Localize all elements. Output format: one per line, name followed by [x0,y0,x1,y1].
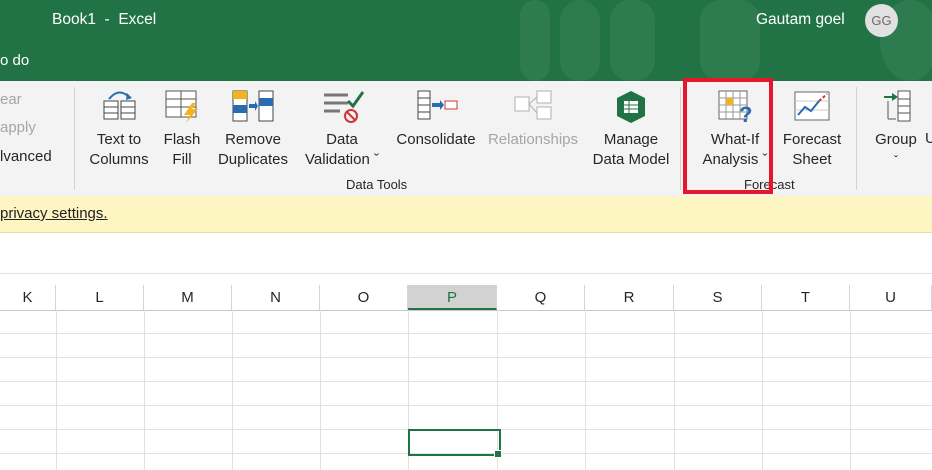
column-header-t[interactable]: T [762,285,850,310]
col-line [144,310,145,470]
separator [74,87,75,190]
ribbon-data-tab: ear apply lvanced Text to Columns Flash Fi… [0,81,932,197]
message-bar: privacy settings. [0,196,932,233]
flash-fill-button[interactable]: Flash Fill [156,81,208,181]
privacy-settings-link[interactable]: privacy settings. [0,205,108,222]
column-header-p[interactable]: P [408,285,497,310]
remove-duplicates-icon [232,90,274,122]
relationships-icon [514,90,552,120]
column-header-r[interactable]: R [585,285,674,310]
flash-fill-icon [165,90,198,123]
decor-stripe [610,0,655,81]
highlight-box [683,78,773,194]
forecast-sheet-icon [794,91,830,121]
window-title: Book1 - Excel [52,11,157,28]
manage-data-model-button[interactable]: Manage Data Model [584,81,678,181]
col-line [762,310,763,470]
separator [856,87,857,190]
text-to-columns-button[interactable]: Text to Columns [84,81,154,181]
clear-button[interactable]: ear [0,91,22,108]
forecast-sheet-button[interactable]: Forecast Sheet [778,81,846,181]
row-line [0,333,932,334]
decor-stripe [520,0,550,81]
column-headers: K L M N O P Q R S T U [0,285,932,311]
column-header-u[interactable]: U [850,285,932,310]
col-line [850,310,851,470]
fill-handle[interactable] [494,450,502,458]
formula-bar[interactable] [0,233,932,274]
active-cell[interactable] [408,429,501,456]
separator [680,87,681,190]
col-line [56,310,57,470]
data-validation-icon [324,91,364,123]
row-line [0,357,932,358]
consolidate-button[interactable]: Consolidate [390,81,482,181]
consolidate-icon [417,90,458,120]
group-button[interactable]: Group ˇ [868,81,924,181]
col-line [320,310,321,470]
column-header-m[interactable]: M [144,285,232,310]
advanced-button[interactable]: lvanced [0,148,52,165]
column-header-s[interactable]: S [674,285,762,310]
text-to-columns-icon [103,91,136,120]
col-line [674,310,675,470]
group-label-data-tools: Data Tools [346,177,408,192]
remove-duplicates-button[interactable]: Remove Duplicates [212,81,294,181]
row-line [0,405,932,406]
tell-me-box[interactable]: o do [0,52,29,69]
decor-stripe [560,0,600,81]
column-header-l[interactable]: L [56,285,144,310]
col-line [585,310,586,470]
column-header-q[interactable]: Q [497,285,585,310]
column-header-k[interactable]: K [0,285,56,310]
row-line [0,381,932,382]
group-icon [884,90,911,122]
data-validation-button[interactable]: Data Validation ˇ [296,81,388,181]
ungroup-button[interactable]: U [925,130,932,147]
user-name[interactable]: Gautam goel [756,11,845,29]
decor-stripe [700,0,760,81]
relationships-button[interactable]: Relationships [484,81,582,181]
column-header-o[interactable]: O [320,285,408,310]
col-line [232,310,233,470]
column-header-n[interactable]: N [232,285,320,310]
reapply-button[interactable]: apply [0,119,36,136]
avatar[interactable]: GG [865,4,898,37]
data-model-icon [617,91,645,123]
